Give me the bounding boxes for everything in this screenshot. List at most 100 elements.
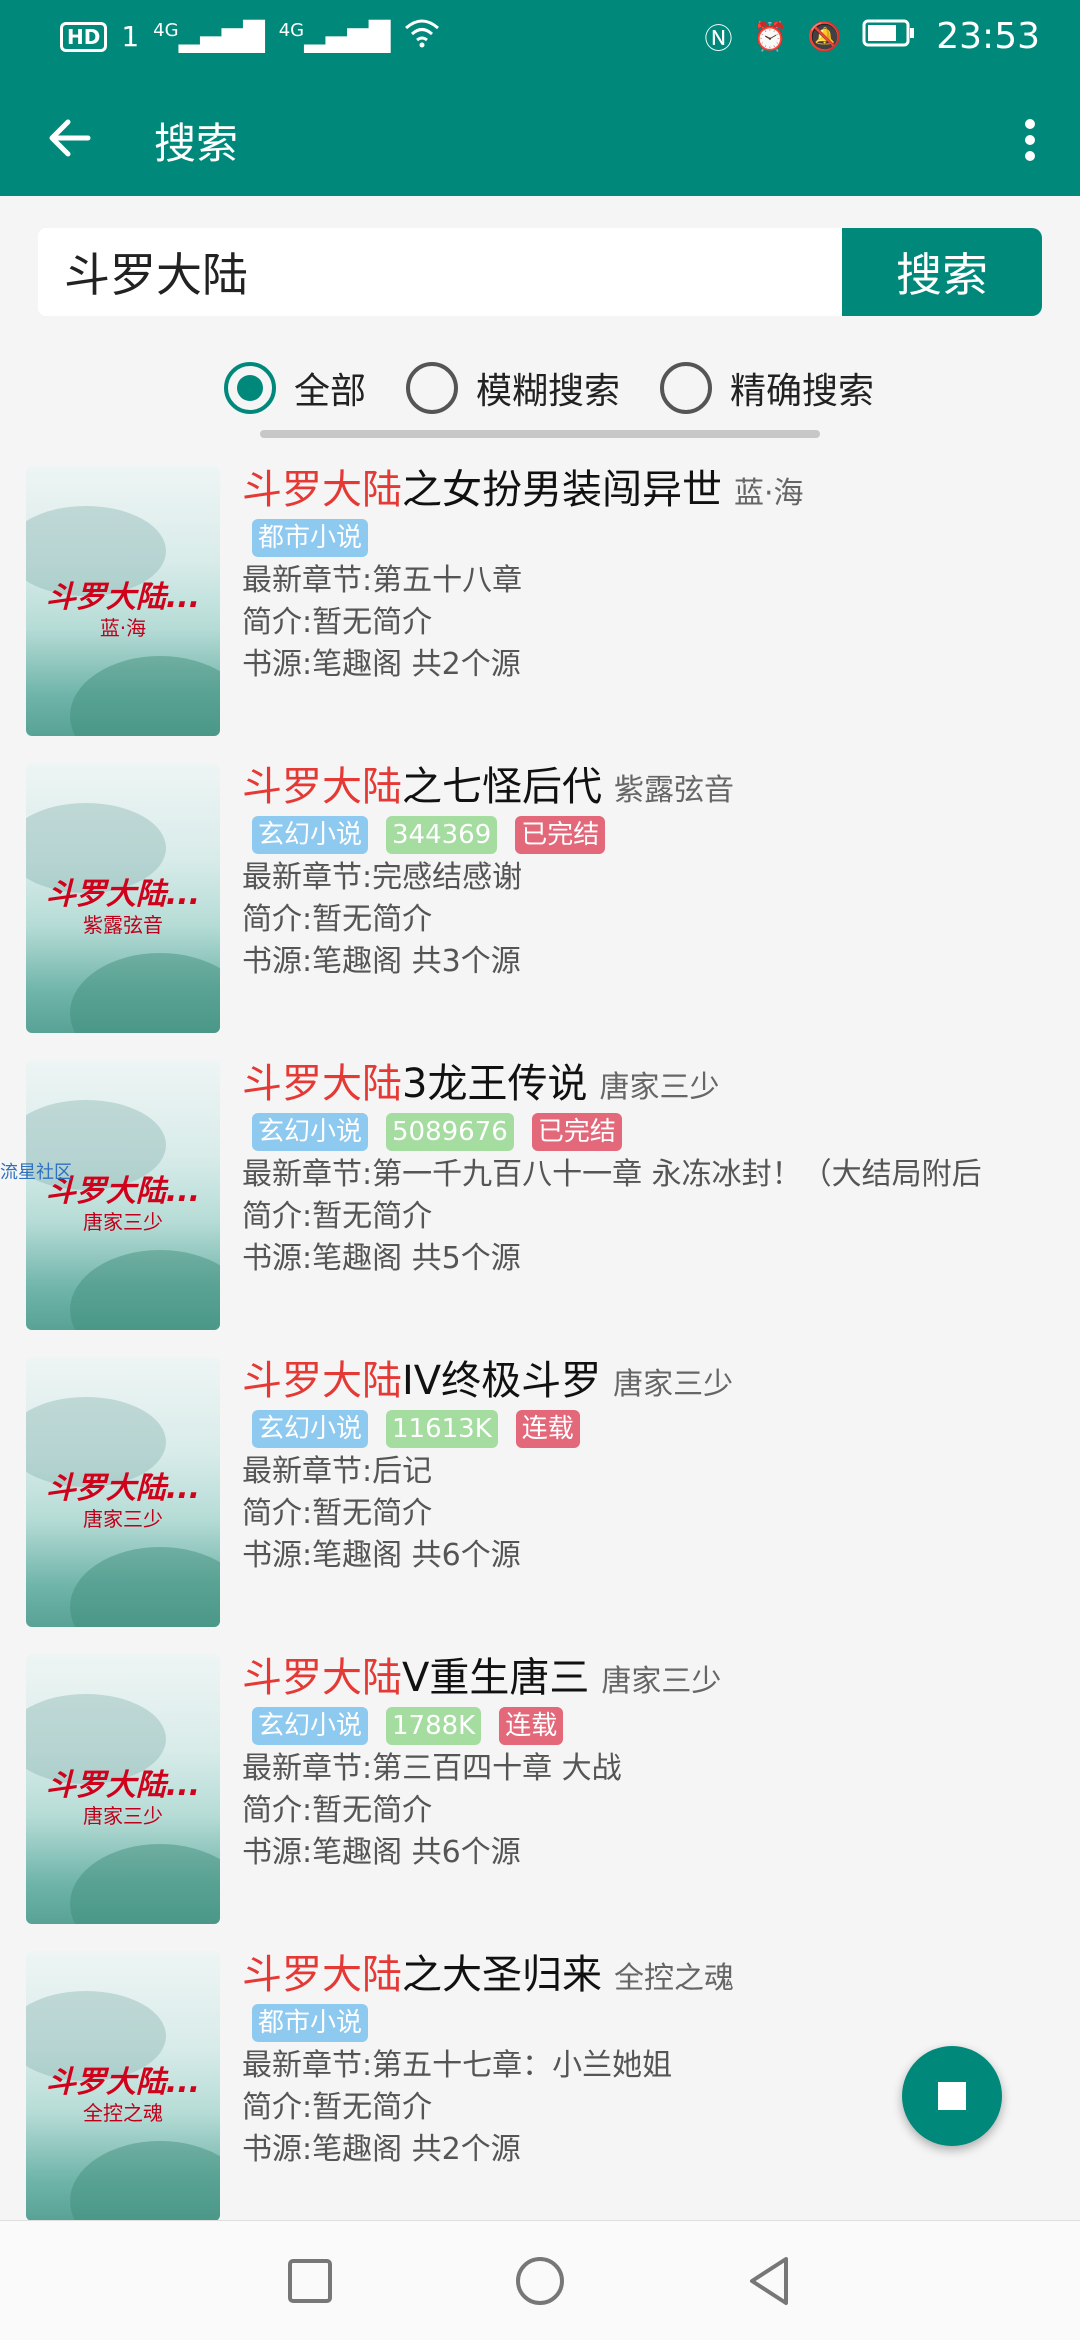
result-item[interactable]: 斗罗大陆... 唐家三少 斗罗大陆3龙王传说 唐家三少 玄幻小说 5089676 已完… [0,1056,1080,1353]
tag-state: 连载 [515,1410,580,1448]
book-author: 唐家三少 [613,1367,734,1402]
book-title-highlight: 斗罗大陆 [242,467,402,513]
signal-4g-icon-2: 4G▂▄▆█ [278,20,391,53]
cover-author: 全控之魂 [83,2101,163,2125]
network-type-label-2: 4G [278,20,305,41]
tag-words: 5089676 [386,1113,514,1151]
radio-checked-icon [224,362,276,414]
cover-author: 紫露弦音 [83,913,163,937]
book-author: 全控之魂 [614,1961,734,1996]
network-type-label: 4G [153,20,179,41]
book-info: 斗罗大陆IV终极斗罗 唐家三少 玄幻小说 11613K 连载 最新章节:后记 简介:暂… [242,1353,1062,1577]
result-item[interactable]: 斗罗大陆... 唐家三少 斗罗大陆IV终极斗罗 唐家三少 玄幻小说 11613K 连载… [0,1353,1080,1650]
stop-icon [938,2082,966,2110]
book-source: 书源:笔趣阁 共6个源 [242,1538,521,1573]
book-author: 唐家三少 [599,1070,720,1105]
result-item[interactable]: 斗罗大陆... 唐家三少 斗罗大陆V重生唐三 唐家三少 玄幻小说 1788K 连载 最… [0,1650,1080,1947]
recent-apps-icon[interactable] [280,2251,340,2311]
page-title: 搜索 [154,119,239,168]
result-item[interactable]: 斗罗大陆... 紫露弦音 斗罗大陆之七怪后代 紫露弦音 玄幻小说 344369 已完结… [0,759,1080,1056]
cover-title: 斗罗大陆... [45,2065,201,2100]
back-triangle-icon[interactable] [740,2251,800,2311]
book-cover: 斗罗大陆... 唐家三少 [26,1357,220,1627]
book-title-rest: 之大圣归来 [402,1952,602,1998]
book-tags: 玄幻小说 5089676 已完结 [252,1110,1062,1154]
tag-kind: 都市小说 [252,519,369,557]
cover-title: 斗罗大陆... [45,1471,201,1506]
tag-state: 连载 [499,1707,564,1745]
book-title: 斗罗大陆之大圣归来 全控之魂 [242,1947,1062,2003]
book-author: 紫露弦音 [614,773,734,808]
tag-kind: 都市小说 [252,2004,369,2042]
signal-4g-icon: 4G▂▄▆█ [153,20,265,53]
cover-art-shape [70,1844,220,1924]
radio-exact[interactable]: 精确搜索 [660,362,874,414]
radio-unchecked-icon [660,362,713,414]
cover-art-shape [70,656,220,736]
result-list: 斗罗大陆... 蓝·海 斗罗大陆之女扮男装闯异世 蓝·海 都市小说 最新章节:第五… [0,462,1080,2244]
book-author: 蓝·海 [734,476,804,511]
book-info: 斗罗大陆之七怪后代 紫露弦音 玄幻小说 344369 已完结 最新章节:完感结感谢 简… [242,759,1062,983]
book-intro: 简介:暂无简介 [242,1496,433,1531]
book-cover: 斗罗大陆... 全控之魂 [26,1951,220,2221]
cover-art-shape [70,2141,220,2221]
tag-state: 已完结 [515,816,606,854]
cover-art-shape [70,1547,220,1627]
cover-author: 唐家三少 [83,1507,163,1531]
book-intro: 简介:暂无简介 [242,605,433,640]
book-cover: 斗罗大陆... 紫露弦音 [26,763,220,1033]
radio-unchecked-icon [406,362,459,414]
search-button[interactable]: 搜索 [842,228,1042,316]
battery-icon [862,16,916,57]
book-title-rest: 之七怪后代 [402,764,602,810]
search-input[interactable] [38,228,844,316]
book-source: 书源:笔趣阁 共3个源 [242,944,521,979]
status-time: 23:53 [936,16,1040,57]
latest-chapter: 最新章节:第五十八章 [242,563,523,598]
tag-state: 已完结 [531,1113,622,1151]
book-cover: 斗罗大陆... 唐家三少 [26,1654,220,1924]
book-tags: 玄幻小说 1788K 连载 [252,1704,1062,1748]
latest-chapter: 最新章节:后记 [242,1454,433,1489]
book-title-highlight: 斗罗大陆 [242,1655,402,1701]
book-author: 唐家三少 [601,1664,722,1699]
arrow-left-icon[interactable] [40,108,100,168]
book-title-rest: IV终极斗罗 [402,1358,602,1404]
latest-chapter: 最新章节:第三百四十章 大战 [242,1751,622,1786]
tag-kind: 玄幻小说 [252,1707,369,1745]
stop-button[interactable] [902,2046,1002,2146]
book-info: 斗罗大陆3龙王传说 唐家三少 玄幻小说 5089676 已完结 最新章节:第一千九百八… [242,1056,1062,1280]
home-icon[interactable] [510,2251,570,2311]
latest-chapter: 最新章节:第一千九百八十一章 永冻冰封！（大结局附后 [242,1157,982,1192]
result-item[interactable]: 斗罗大陆... 蓝·海 斗罗大陆之女扮男装闯异世 蓝·海 都市小说 最新章节:第五… [0,462,1080,759]
book-intro: 简介:暂无简介 [242,902,433,937]
book-tags: 玄幻小说 344369 已完结 [252,813,1062,857]
radio-all[interactable]: 全部 [224,362,366,414]
cover-art-shape [70,1250,220,1330]
cover-title: 斗罗大陆... [45,877,201,912]
app-bar: 搜索 [0,80,1080,196]
status-bar: HD 1 4G▂▄▆█ 4G▂▄▆█ Ⓝ ⏰ 🔕 23:53 [0,0,1080,80]
cover-title: 斗罗大陆... [45,1768,201,1803]
sim-slot-label: 1 [121,20,140,53]
wifi-icon [404,18,440,55]
search-bar: 搜索 [38,228,1042,316]
book-source: 书源:笔趣阁 共2个源 [242,647,521,682]
cover-author: 蓝·海 [99,616,147,640]
cover-author: 唐家三少 [83,1210,163,1234]
tag-words: 1788K [386,1707,482,1745]
book-tags: 都市小说 [252,516,1062,560]
tag-words: 11613K [386,1410,498,1448]
more-vert-icon[interactable] [1010,110,1050,170]
cover-title: 斗罗大陆... [45,580,201,615]
radio-fuzzy[interactable]: 模糊搜索 [406,362,620,414]
book-tags: 都市小说 [252,2001,1062,2045]
latest-chapter: 最新章节:完感结感谢 [242,860,523,895]
nfc-icon: Ⓝ [704,21,733,55]
book-tags: 玄幻小说 11613K 连载 [252,1407,1062,1451]
book-title-rest: 之女扮男装闯异世 [402,467,722,513]
book-title: 斗罗大陆3龙王传说 唐家三少 [242,1056,1062,1112]
book-cover: 斗罗大陆... 唐家三少 [26,1060,220,1330]
book-intro: 简介:暂无简介 [242,1793,433,1828]
book-source: 书源:笔趣阁 共5个源 [242,1241,521,1276]
